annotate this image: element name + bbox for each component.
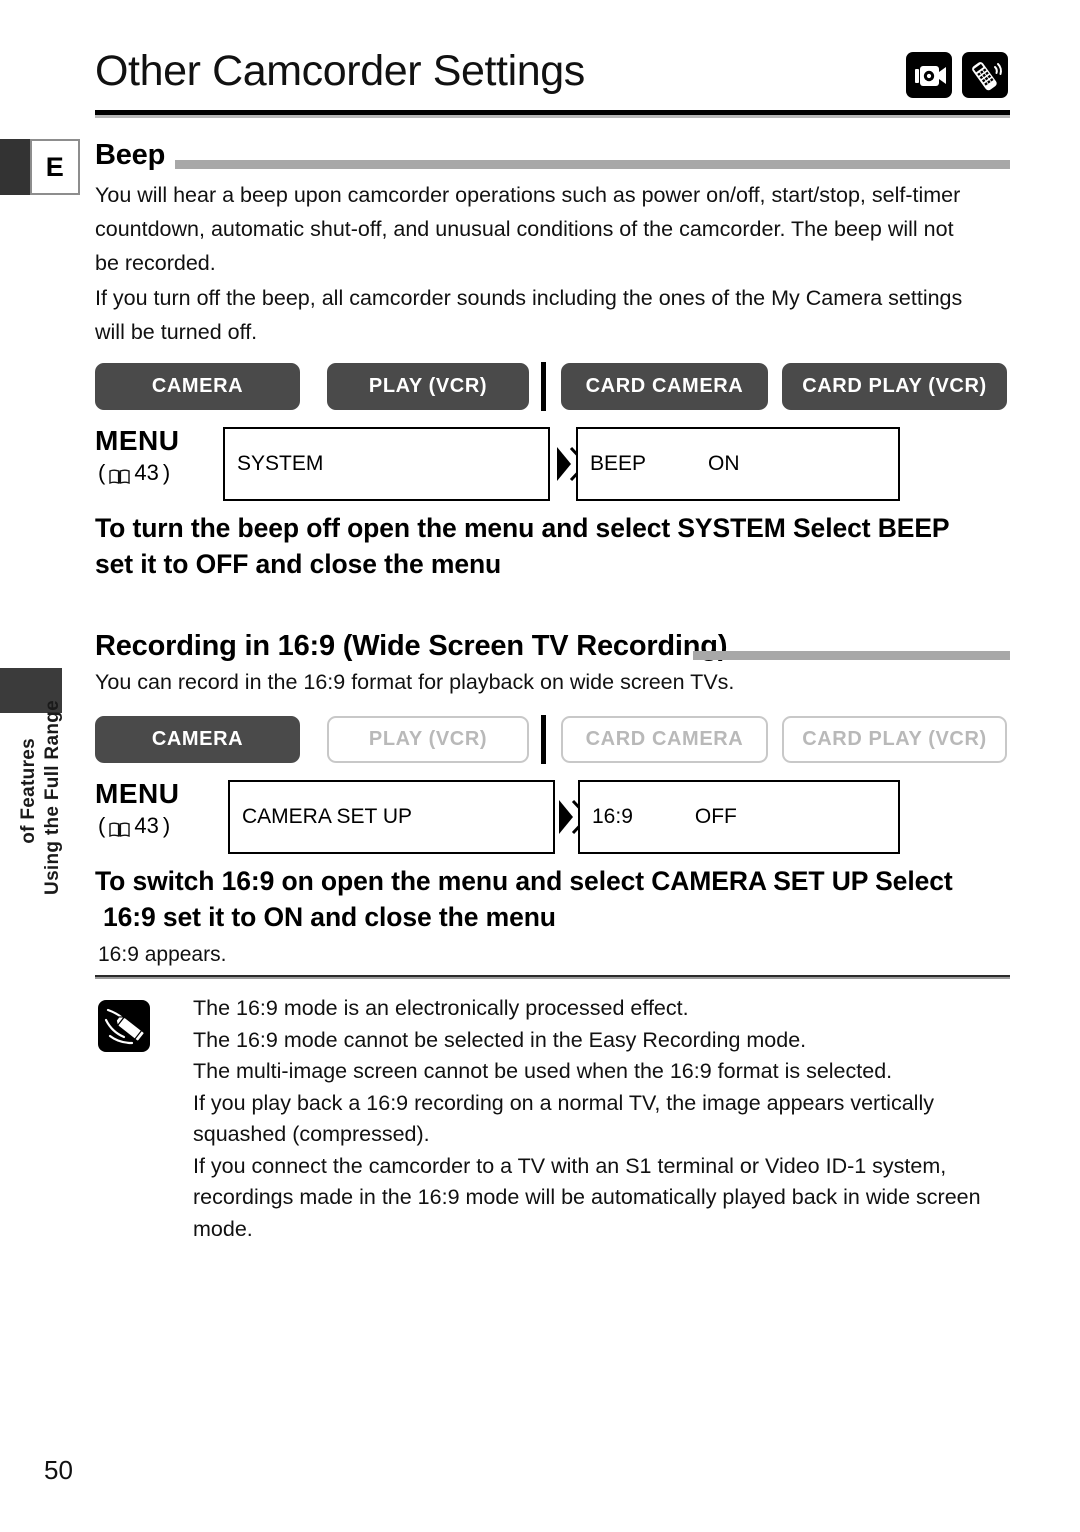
widescreen-paragraph-1: You can record in the 16:9 format for pl… bbox=[95, 670, 735, 694]
paren-open: ( bbox=[98, 460, 106, 485]
widescreen-instruction-line1: To switch 16:9 on open the menu and sele… bbox=[95, 866, 953, 896]
beep-instruction-line1: To turn the beep off open the menu and s… bbox=[95, 513, 950, 543]
sidebar-chapter-title: Using the Full Range of Features bbox=[14, 700, 74, 1000]
book-icon bbox=[109, 818, 131, 838]
menu-label: MENU bbox=[95, 425, 180, 456]
mode-row-widescreen: CAMERA PLAY (VCR) CARD CAMERA CARD PLAY … bbox=[95, 715, 1010, 764]
beep-instruction: To turn the beep off open the menu and s… bbox=[95, 510, 1015, 582]
section-rule-beep bbox=[175, 160, 1010, 169]
menu-label: MENU bbox=[95, 778, 180, 809]
menu-page-reference: ( 43 ) bbox=[98, 460, 170, 486]
notes-list: The 16:9 mode is an electronically proce… bbox=[193, 993, 1013, 1245]
beep-instruction-line2: set it to OFF and close the menu bbox=[95, 549, 502, 579]
mode-button-card-camera[interactable]: CARD CAMERA bbox=[561, 716, 768, 763]
section-rule-widescreen bbox=[693, 651, 1010, 660]
paren-open: ( bbox=[98, 813, 106, 838]
section-heading-widescreen: Recording in 16:9 (Wide Screen TV Record… bbox=[95, 630, 728, 662]
menu-box-setting-value: ON bbox=[708, 452, 740, 475]
mode-button-camera[interactable]: CAMERA bbox=[95, 363, 300, 410]
menu-box-setting[interactable]: 16:9 OFF bbox=[578, 780, 900, 854]
menu-diagram-widescreen: MENU ( 43 ) CAMERA SET UP 16:9 OFF bbox=[95, 778, 1010, 854]
mode-button-card-play-vcr[interactable]: CARD PLAY (VCR) bbox=[782, 716, 1007, 763]
menu-page-number: 43 bbox=[134, 813, 159, 838]
menu-box-setting-name: BEEP bbox=[590, 452, 647, 475]
menu-page-number: 43 bbox=[134, 460, 159, 485]
menu-diagram-beep: MENU ( 43 ) SYSTEM BEEP ON bbox=[95, 425, 1010, 501]
note-item: The 16:9 mode is an electronically proce… bbox=[193, 996, 689, 1020]
menu-page-reference: ( 43 ) bbox=[98, 813, 170, 839]
menu-box-category-label: SYSTEM bbox=[237, 452, 324, 475]
note-item: The 16:9 mode cannot be selected in the … bbox=[193, 1027, 807, 1052]
sidebar-chapter-title-line1: Using the Full Range bbox=[42, 700, 63, 895]
menu-box-category[interactable]: CAMERA SET UP bbox=[228, 780, 555, 854]
menu-box-category-label: CAMERA SET UP bbox=[242, 805, 412, 828]
mode-button-card-camera[interactable]: CARD CAMERA bbox=[561, 363, 768, 410]
note-pencil-icon bbox=[98, 1000, 150, 1052]
paren-close: ) bbox=[162, 460, 171, 485]
section-heading-beep: Beep bbox=[95, 139, 166, 171]
mode-row-separator bbox=[541, 362, 546, 411]
header-icon-group bbox=[906, 52, 1008, 98]
widescreen-appears-note: 16:9 appears. bbox=[98, 943, 227, 966]
edge-tab-bar: E bbox=[0, 139, 80, 195]
remote-control-icon bbox=[962, 52, 1008, 98]
camcorder-icon bbox=[906, 52, 952, 98]
menu-box-category[interactable]: SYSTEM bbox=[223, 427, 550, 501]
paren-close: ) bbox=[162, 813, 171, 838]
page-title: Other Camcorder Settings bbox=[95, 47, 585, 95]
menu-box-setting-name: 16:9 bbox=[592, 805, 633, 828]
note-item: If you play back a 16:9 recording on a n… bbox=[193, 1090, 934, 1147]
beep-paragraph-2: If you turn off the beep, all camcorder … bbox=[95, 286, 963, 344]
sidebar-chapter-title-line2: of Features bbox=[18, 738, 39, 844]
mode-button-card-play-vcr[interactable]: CARD PLAY (VCR) bbox=[782, 363, 1007, 410]
page-number: 50 bbox=[44, 1455, 73, 1485]
menu-box-setting-value: OFF bbox=[694, 805, 737, 828]
mode-row-separator bbox=[541, 715, 546, 764]
mode-button-play-vcr[interactable]: PLAY (VCR) bbox=[327, 363, 529, 410]
book-icon bbox=[109, 465, 131, 485]
mode-button-play-vcr[interactable]: PLAY (VCR) bbox=[327, 716, 529, 763]
widescreen-instruction: To switch 16:9 on open the menu and sele… bbox=[95, 863, 1015, 935]
note-item: The multi-image screen cannot be used wh… bbox=[193, 1059, 893, 1083]
mode-row-beep: CAMERA PLAY (VCR) CARD CAMERA CARD PLAY … bbox=[95, 362, 1010, 411]
widescreen-instruction-line2: 16:9 set it to ON and close the menu bbox=[103, 902, 556, 932]
menu-box-setting[interactable]: BEEP ON bbox=[576, 427, 900, 501]
mode-button-camera[interactable]: CAMERA bbox=[95, 716, 300, 763]
beep-paragraph-1: You will hear a beep upon camcorder oper… bbox=[95, 183, 961, 275]
page-title-rule bbox=[95, 110, 1010, 118]
note-item: If you connect the camcorder to a TV wit… bbox=[193, 1153, 981, 1241]
edge-tab-letter: E bbox=[30, 139, 80, 195]
notes-separator-rule bbox=[95, 975, 1010, 979]
